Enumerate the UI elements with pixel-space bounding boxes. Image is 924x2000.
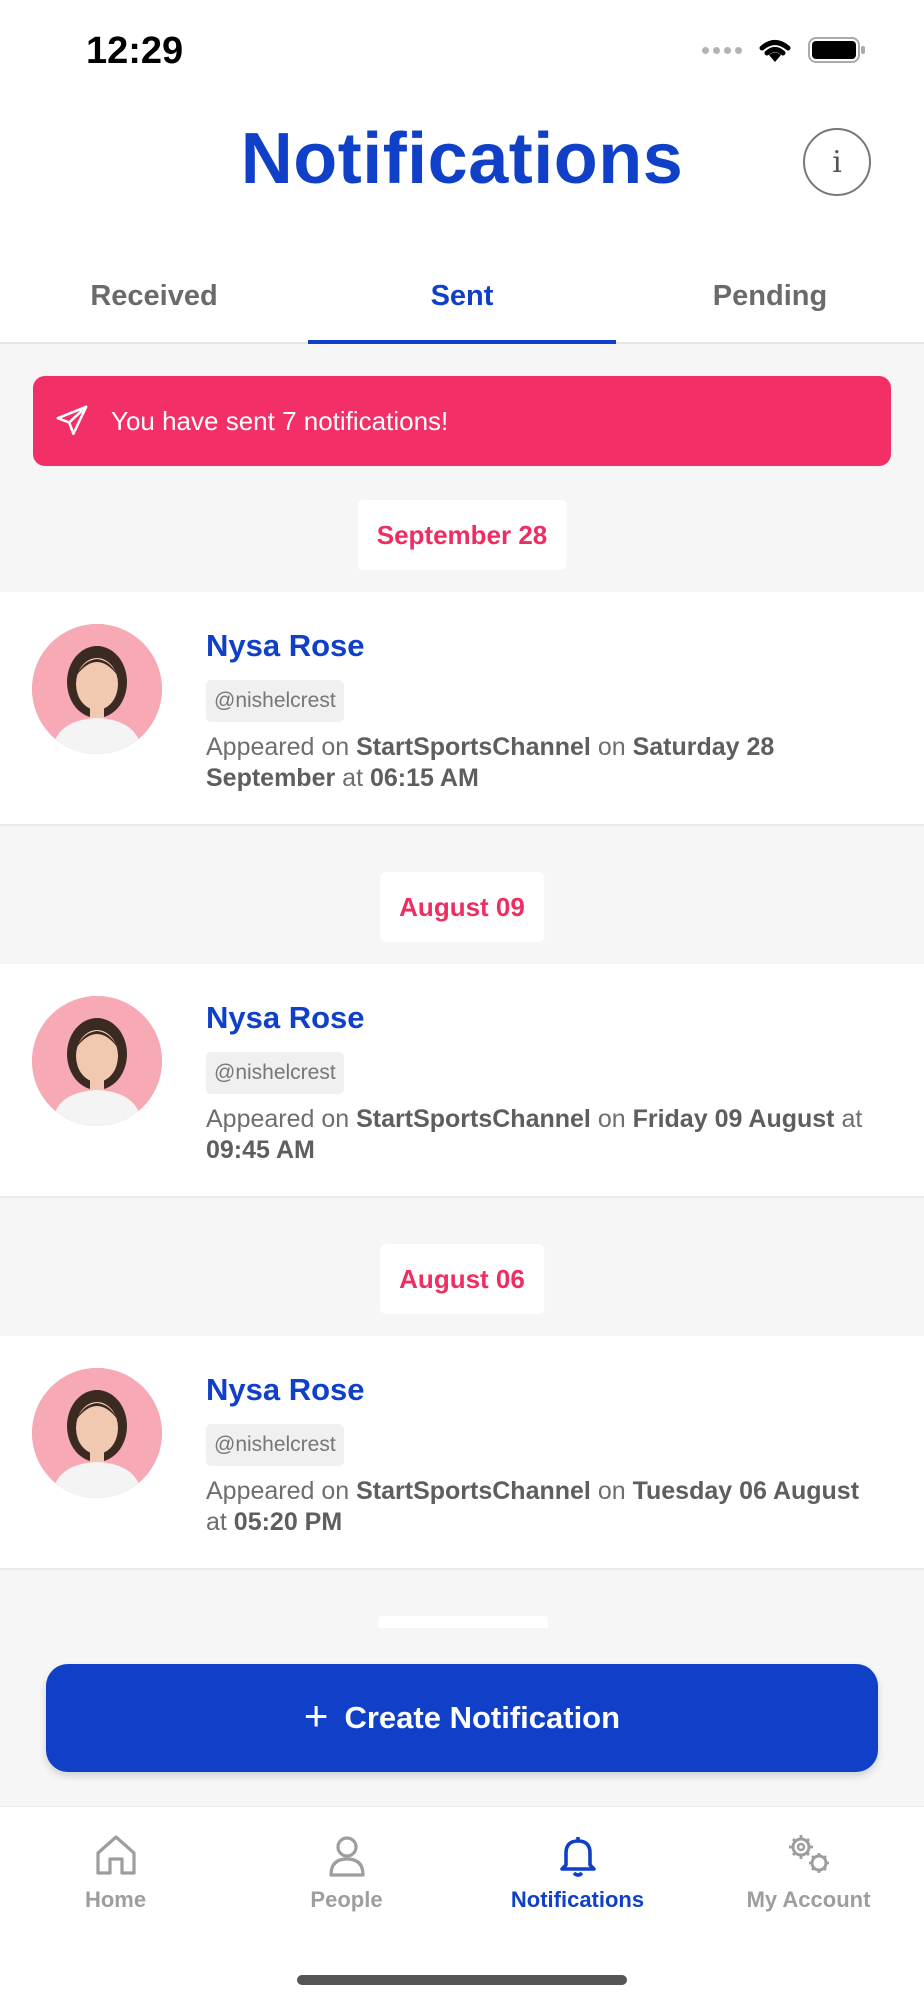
- tab-pending[interactable]: Pending: [616, 250, 924, 342]
- sender-handle: @nishelcrest: [206, 1052, 344, 1094]
- wifi-icon: [759, 40, 791, 62]
- nav-people-label: People: [310, 1887, 383, 1912]
- sent-count-banner: You have sent 7 notifications!: [33, 376, 891, 466]
- date-header: August 09: [380, 872, 544, 942]
- tab-received[interactable]: Received: [0, 250, 308, 342]
- info-button[interactable]: i: [803, 128, 871, 196]
- gears-icon: [788, 1835, 829, 1873]
- plus-icon: +: [303, 1692, 329, 1739]
- notification-card[interactable]: Nysa Rose @nishelcrest Appeared on Start…: [0, 964, 924, 1198]
- avatar: [32, 996, 162, 1126]
- notification-card[interactable]: Nysa Rose @nishelcrest Appeared on Start…: [0, 592, 924, 826]
- nav-home[interactable]: Home: [0, 1831, 231, 1913]
- battery-icon: [808, 37, 865, 63]
- home-icon: [95, 1835, 136, 1875]
- home-indicator[interactable]: [297, 1975, 627, 1985]
- nav-my-account-label: My Account: [746, 1887, 871, 1912]
- sender-handle: @nishelcrest: [206, 1424, 344, 1466]
- date-header: September 28: [357, 500, 567, 570]
- notification-card[interactable]: Nysa Rose @nishelcrest Appeared on Start…: [0, 1336, 924, 1570]
- bell-icon: [559, 1837, 596, 1877]
- next-date-header-peek: [378, 1616, 548, 1628]
- status-time: 12:29: [86, 30, 184, 72]
- sender-name[interactable]: Nysa Rose: [206, 628, 365, 664]
- sender-handle: @nishelcrest: [206, 680, 344, 722]
- page-title: Notifications: [240, 119, 684, 199]
- person-icon: [328, 1836, 365, 1877]
- paper-plane-icon: [56, 405, 88, 436]
- nav-home-label: Home: [84, 1887, 147, 1912]
- notification-description: Appeared on StartSportsChannel on Saturd…: [206, 733, 775, 792]
- nav-people[interactable]: People: [231, 1831, 462, 1913]
- nav-my-account[interactable]: My Account: [693, 1831, 924, 1913]
- banner-text: You have sent 7 notifications!: [111, 405, 449, 436]
- nav-notifications[interactable]: Notifications: [462, 1831, 693, 1913]
- bottom-navigation: Home People Notifications My Account: [0, 1806, 924, 2000]
- signal-dots-icon: [702, 46, 742, 54]
- status-icons: [702, 36, 866, 64]
- header-area: 12:29 Notifications i Received Sent Pend…: [0, 0, 924, 344]
- nav-notifications-label: Notifications: [510, 1887, 645, 1912]
- notification-description: Appeared on StartSportsChannel on Friday…: [206, 1105, 863, 1164]
- create-notification-label: Create Notification: [344, 1700, 621, 1735]
- create-notification-button[interactable]: + Create Notification: [46, 1664, 878, 1772]
- avatar: [32, 624, 162, 754]
- date-header: August 06: [380, 1244, 544, 1314]
- tab-sent[interactable]: Sent: [308, 250, 616, 344]
- avatar: [32, 1368, 162, 1498]
- notification-description: Appeared on StartSportsChannel on Tuesda…: [206, 1477, 860, 1536]
- sender-name[interactable]: Nysa Rose: [206, 1372, 365, 1408]
- sender-name[interactable]: Nysa Rose: [206, 1000, 365, 1036]
- tab-bar: Received Sent Pending: [0, 250, 924, 344]
